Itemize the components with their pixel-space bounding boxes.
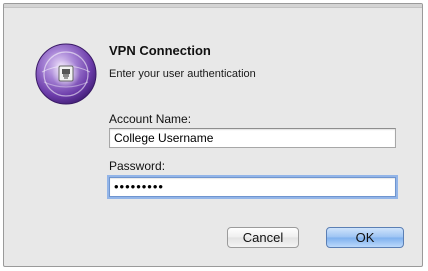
password-field[interactable]: ••••••••• — [109, 177, 396, 197]
account-name-field[interactable]: College Username — [109, 128, 396, 148]
vpn-network-icon — [35, 43, 97, 105]
dialog-top-edge — [4, 4, 422, 8]
dialog-subtitle: Enter your user authentication — [109, 68, 256, 80]
password-label: Password: — [109, 159, 166, 173]
vpn-dialog: VPN Connection Enter your user authentic… — [3, 3, 423, 267]
ok-button[interactable]: OK — [326, 227, 404, 248]
cancel-button[interactable]: Cancel — [227, 227, 299, 248]
account-name-label: Account Name: — [109, 112, 192, 126]
dialog-title: VPN Connection — [109, 43, 211, 58]
